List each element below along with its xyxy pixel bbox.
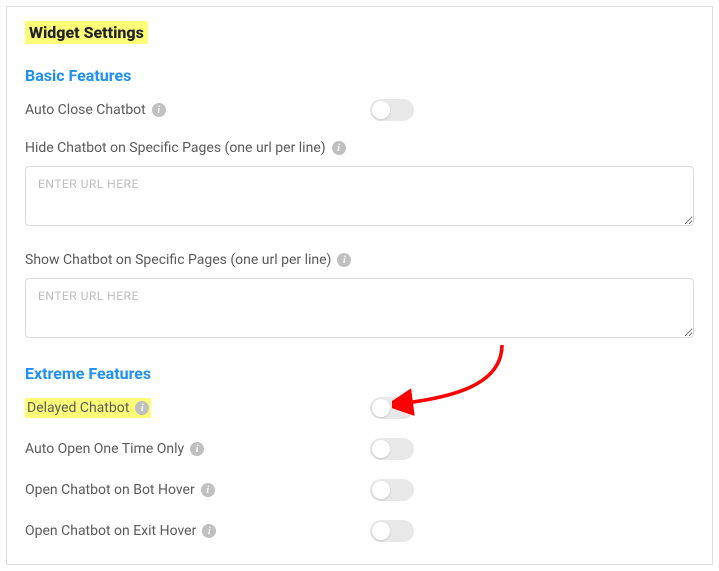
info-icon[interactable]: i [135,401,149,415]
delayed-chatbot-row: Delayed Chatbot i [25,397,694,419]
info-icon[interactable]: i [201,483,215,497]
show-pages-label: Show Chatbot on Specific Pages (one url … [25,252,331,268]
info-icon[interactable]: i [190,442,204,456]
open-bot-hover-label: Open Chatbot on Bot Hover [25,482,195,498]
open-bot-hover-toggle[interactable] [370,479,414,501]
toggle-knob [372,399,390,417]
open-bot-hover-row: Open Chatbot on Bot Hover i [25,479,694,501]
toggle-knob [372,522,390,540]
toggle-knob [372,101,390,119]
basic-features-heading: Basic Features [25,66,694,85]
delayed-chatbot-toggle[interactable] [370,397,414,419]
hide-pages-block: Hide Chatbot on Specific Pages (one url … [25,140,694,230]
page-title: Widget Settings [25,21,148,44]
toggle-knob [372,481,390,499]
toggle-knob [372,440,390,458]
open-exit-hover-row: Open Chatbot on Exit Hover i [25,520,694,542]
info-icon[interactable]: i [152,103,166,117]
delayed-chatbot-label: Delayed Chatbot [27,400,129,416]
open-exit-hover-toggle[interactable] [370,520,414,542]
hide-pages-label: Hide Chatbot on Specific Pages (one url … [25,140,326,156]
open-exit-hover-label: Open Chatbot on Exit Hover [25,523,196,539]
auto-open-once-row: Auto Open One Time Only i [25,438,694,460]
info-icon[interactable]: i [332,141,346,155]
hide-pages-textarea[interactable] [25,166,694,226]
info-icon[interactable]: i [202,524,216,538]
auto-open-once-label: Auto Open One Time Only [25,441,184,457]
show-pages-textarea[interactable] [25,278,694,338]
show-pages-block: Show Chatbot on Specific Pages (one url … [25,252,694,342]
auto-close-toggle[interactable] [370,99,414,121]
extreme-features-heading: Extreme Features [25,364,694,383]
auto-close-row: Auto Close Chatbot i [25,99,694,121]
auto-open-once-toggle[interactable] [370,438,414,460]
info-icon[interactable]: i [337,253,351,267]
widget-settings-panel: Widget Settings Basic Features Auto Clos… [6,6,713,565]
auto-close-label: Auto Close Chatbot [25,102,146,118]
